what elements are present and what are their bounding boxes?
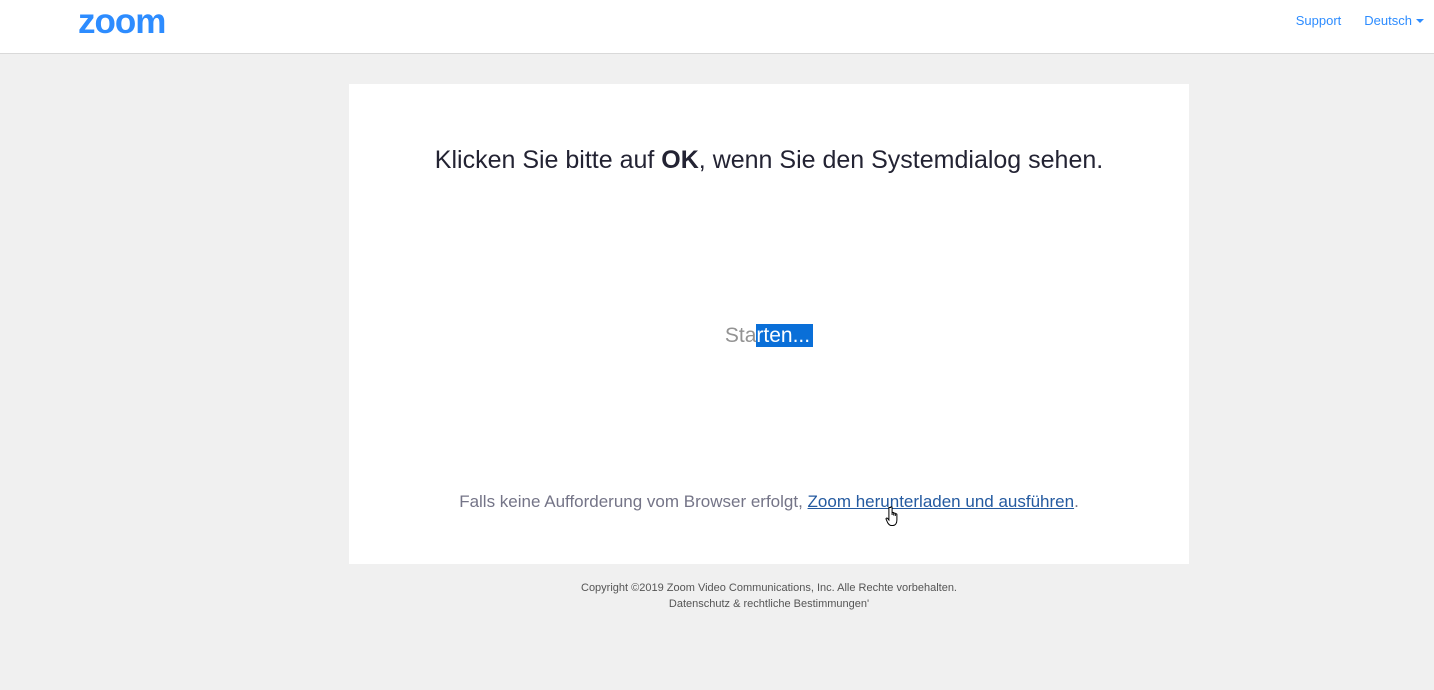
language-dropdown[interactable]: Deutsch — [1364, 13, 1424, 28]
headline-ok: OK — [661, 146, 699, 174]
language-label: Deutsch — [1364, 13, 1412, 28]
zoom-logo[interactable]: zoom — [78, 3, 166, 41]
download-zoom-link[interactable]: Zoom herunterladen und ausführen — [808, 492, 1075, 511]
launch-status: Starten... — [349, 324, 1189, 348]
footer: Copyright ©2019 Zoom Video Communication… — [349, 580, 1189, 612]
headline-prefix: Klicken Sie bitte auf — [434, 146, 662, 174]
page-title: Klicken Sie bitte auf OK, wenn Sie den S… — [349, 146, 1189, 175]
fallback-end: . — [1074, 492, 1079, 511]
copyright-text: Copyright ©2019 Zoom Video Communication… — [581, 582, 957, 594]
caret-down-icon — [1416, 18, 1424, 23]
top-navigation-bar: zoom Support Deutsch — [0, 0, 1434, 54]
hand-pointer-cursor-icon — [885, 506, 898, 526]
status-selected-text: rten... — [756, 324, 814, 347]
status-plain-text: Sta — [724, 324, 757, 347]
launch-card: Klicken Sie bitte auf OK, wenn Sie den S… — [349, 84, 1189, 564]
fallback-message: Falls keine Aufforderung vom Browser erf… — [349, 492, 1189, 512]
support-link[interactable]: Support — [1296, 13, 1342, 28]
header-nav: Support Deutsch — [1296, 13, 1424, 28]
headline-suffix: , wenn Sie den Systemdialog sehen. — [698, 146, 1104, 174]
fallback-text: Falls keine Aufforderung vom Browser erf… — [459, 492, 808, 511]
privacy-legal-link[interactable]: Datenschutz & rechtliche Bestimmungen' — [669, 598, 869, 610]
